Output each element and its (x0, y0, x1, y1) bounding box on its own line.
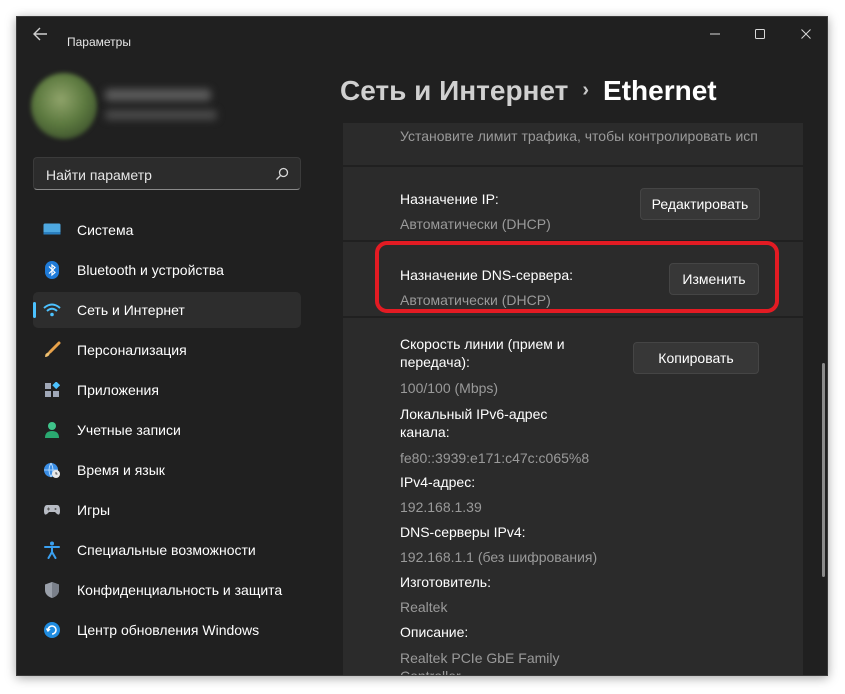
sidebar-item-privacy[interactable]: Конфиденциальность и защита (33, 572, 301, 608)
wifi-icon (43, 301, 61, 319)
avatar[interactable] (31, 73, 97, 139)
search-input[interactable]: Найти параметр (33, 157, 301, 190)
ipv6-label-cont: канала: (400, 424, 450, 440)
sidebar-item-system[interactable]: Система (33, 212, 301, 248)
search-placeholder: Найти параметр (46, 167, 152, 183)
bluetooth-icon (43, 261, 61, 279)
divider (343, 316, 803, 318)
sidebar-item-label: Центр обновления Windows (77, 622, 260, 638)
ethernet-settings-panel: Установите лимит трафика, чтобы контроли… (343, 123, 803, 676)
link-speed-label: Скорость линии (прием и (400, 336, 565, 352)
manufacturer-label: Изготовитель: (400, 574, 491, 590)
ipv4-value: 192.168.1.39 (400, 499, 482, 515)
ipv6-label: Локальный IPv6-адрес (400, 406, 548, 422)
edit-ip-button[interactable]: Редактировать (640, 188, 760, 220)
dns-highlight-frame (375, 241, 779, 313)
sidebar-item-accessibility[interactable]: Специальные возможности (33, 532, 301, 568)
breadcrumb: Сеть и Интернет › Ethernet (340, 75, 717, 107)
update-icon (43, 621, 61, 639)
sidebar-item-windows-update[interactable]: Центр обновления Windows (33, 612, 301, 648)
brush-icon (43, 341, 61, 359)
sidebar-nav: Система Bluetooth и устройства Сеть и Ин… (33, 212, 301, 652)
link-speed-label-cont: передача): (400, 354, 470, 370)
page-title: Ethernet (603, 75, 717, 106)
apps-icon (43, 381, 61, 399)
sidebar-item-label: Персонализация (77, 342, 187, 358)
ip-assignment-label: Назначение IP: (400, 191, 499, 207)
sidebar-item-label: Время и язык (77, 462, 165, 478)
accessibility-icon (43, 541, 61, 559)
back-arrow-icon[interactable] (31, 26, 49, 42)
link-speed-value: 100/100 (Mbps) (400, 380, 499, 396)
ipv6-value: fe80::3939:e171:c47c:c065%8 (400, 450, 590, 466)
settings-window: Параметры Найти параметр Система Bluetoo… (16, 16, 828, 676)
active-indicator (33, 302, 36, 318)
ip-assignment-value: Автоматически (DHCP) (400, 216, 551, 232)
sidebar-item-label: Система (77, 222, 134, 238)
traffic-limit-hint: Установите лимит трафика, чтобы контроли… (400, 128, 758, 144)
description-value: Realtek PCIe GbE Family (400, 650, 560, 666)
maximize-button[interactable] (746, 23, 774, 45)
manufacturer-value: Realtek (400, 599, 448, 615)
shield-icon (43, 581, 61, 599)
sidebar-item-label: Специальные возможности (77, 542, 256, 558)
sidebar-item-label: Учетные записи (77, 422, 181, 438)
search-icon[interactable] (274, 166, 290, 182)
sidebar-item-network[interactable]: Сеть и Интернет (33, 292, 301, 328)
profile-name-blurred (105, 89, 211, 101)
sidebar-item-label: Сеть и Интернет (77, 302, 185, 318)
app-title: Параметры (67, 35, 131, 49)
person-icon (43, 421, 61, 439)
system-display-icon (43, 221, 61, 239)
sidebar-item-apps[interactable]: Приложения (33, 372, 301, 408)
sidebar-item-label: Конфиденциальность и защита (77, 582, 283, 598)
breadcrumb-separator-icon: › (582, 79, 590, 101)
sidebar-item-bluetooth[interactable]: Bluetooth и устройства (33, 252, 301, 288)
profile-email-blurred (105, 110, 217, 120)
ipv4-label: IPv4-адрес: (400, 474, 476, 490)
divider (343, 165, 803, 167)
sidebar-item-label: Bluetooth и устройства (77, 262, 224, 278)
minimize-button[interactable] (701, 23, 729, 45)
sidebar-item-label: Приложения (77, 382, 159, 398)
scrollbar[interactable] (822, 363, 825, 577)
breadcrumb-parent[interactable]: Сеть и Интернет (340, 75, 568, 106)
dns-servers-label: DNS-серверы IPv4: (400, 524, 526, 540)
description-label: Описание: (400, 624, 469, 640)
close-button[interactable] (792, 23, 820, 45)
title-bar: Параметры (17, 17, 827, 51)
globe-clock-icon (43, 461, 61, 479)
sidebar-item-gaming[interactable]: Игры (33, 492, 301, 528)
gamepad-icon (43, 501, 61, 519)
dns-servers-value: 192.168.1.1 (без шифрования) (400, 549, 598, 565)
sidebar-item-label: Игры (77, 502, 111, 518)
sidebar-item-personalization[interactable]: Персонализация (33, 332, 301, 368)
copy-button[interactable]: Копировать (633, 342, 759, 374)
sidebar-item-accounts[interactable]: Учетные записи (33, 412, 301, 448)
description-value-cont: Controller (400, 668, 461, 676)
sidebar-item-time-language[interactable]: Время и язык (33, 452, 301, 488)
